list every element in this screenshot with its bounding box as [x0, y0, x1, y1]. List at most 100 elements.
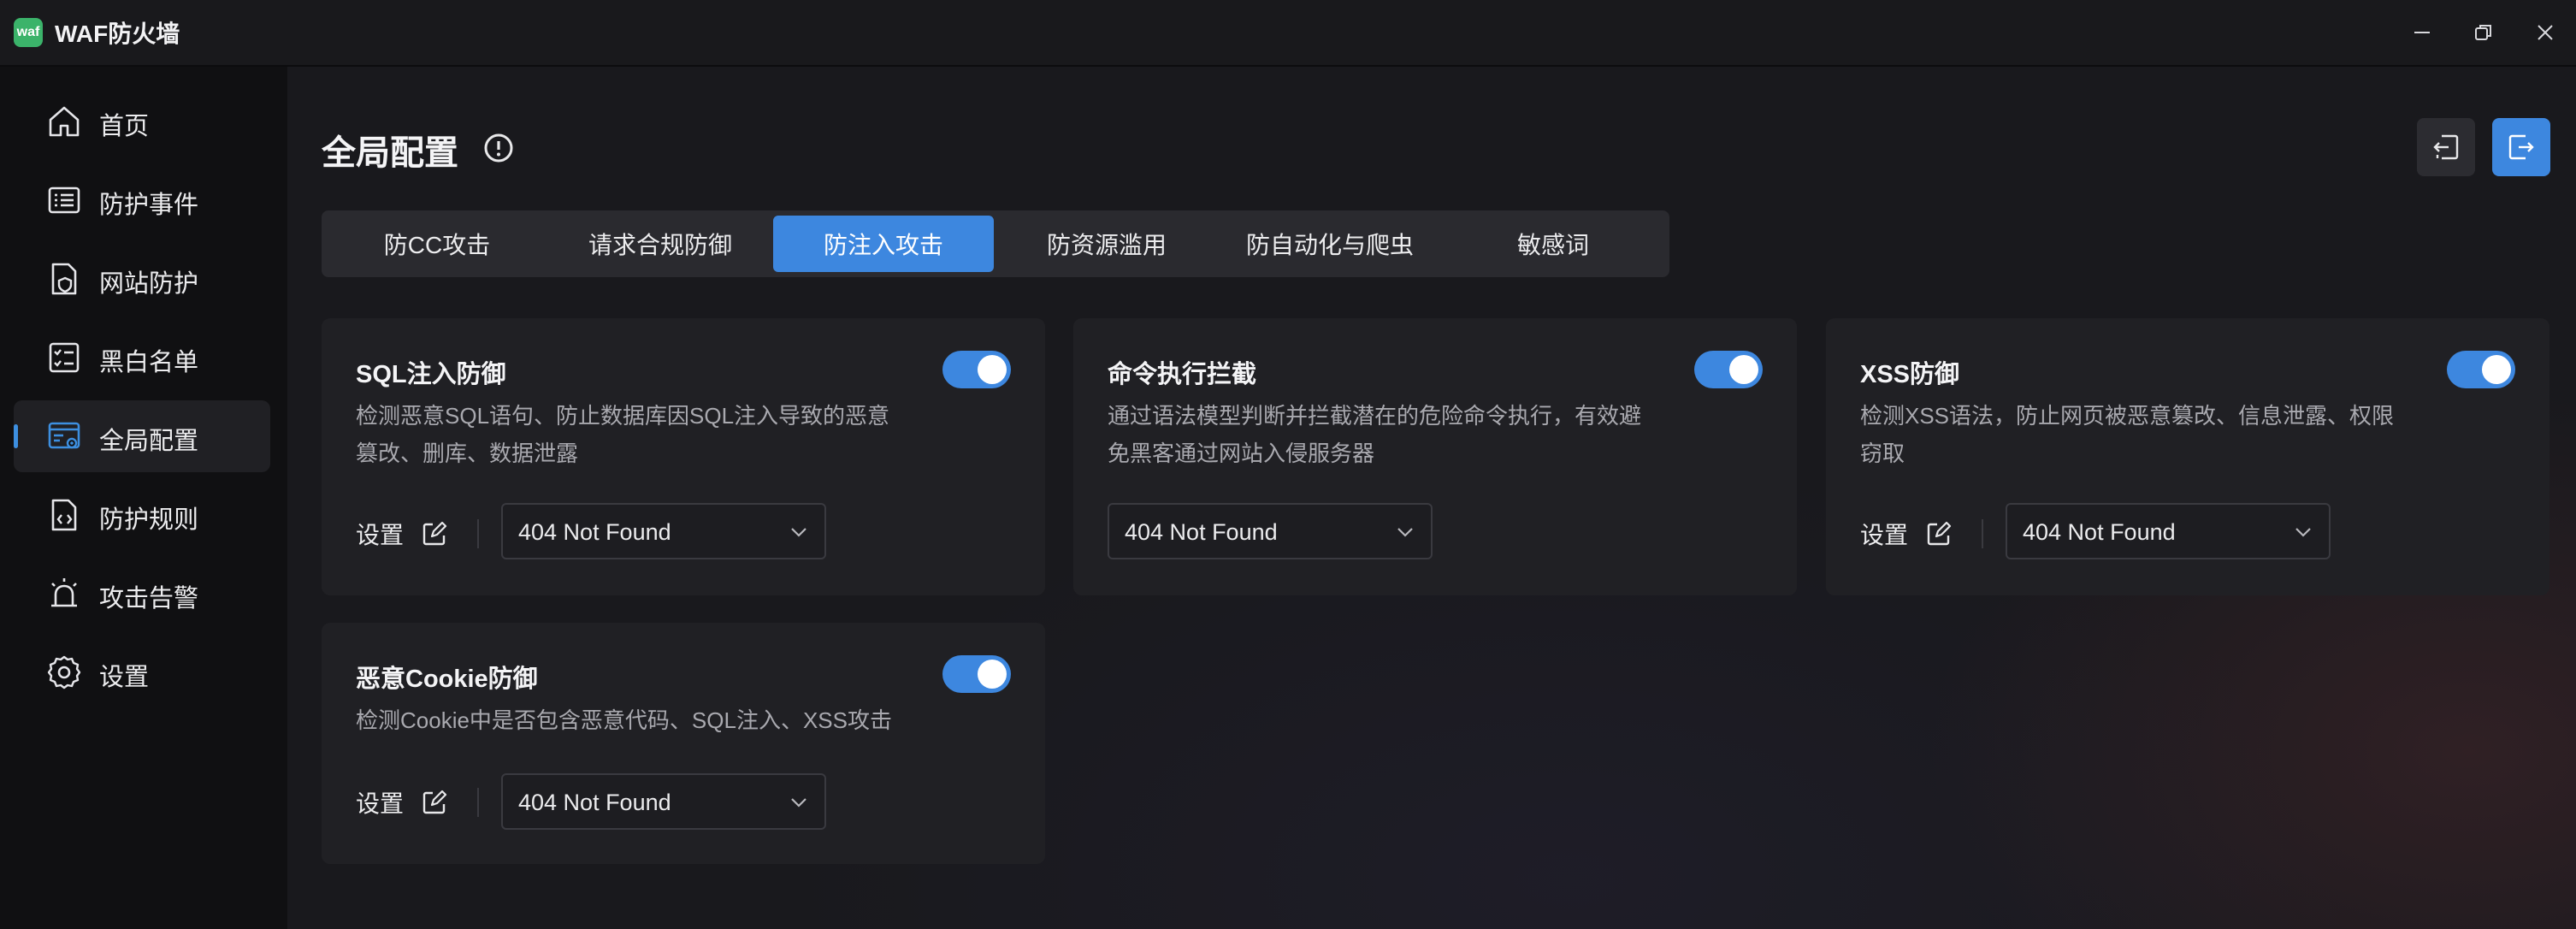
tab-request-compliance[interactable]: 请求合规防御	[550, 216, 771, 272]
malicious-cookie-toggle[interactable]	[942, 655, 1011, 693]
edit-icon	[422, 790, 447, 814]
settings-label: 设置	[356, 790, 405, 817]
alarm-icon	[51, 578, 77, 607]
main-content: 全局配置 防CC攻击 请求合规防御 防注入攻击 防资源滥用 防自动化与爬虫 敏感…	[287, 67, 2576, 929]
command-execution-toggle[interactable]	[1694, 351, 1763, 388]
card-title: SQL注入防御	[356, 361, 506, 388]
card-title: 命令执行拦截	[1108, 361, 1257, 388]
chevron-down-icon	[2295, 528, 2311, 537]
select-value: 404 Not Found	[518, 519, 671, 545]
response-page-select[interactable]: 404 Not Found	[501, 773, 826, 830]
response-page-select[interactable]: 404 Not Found	[2006, 503, 2331, 559]
card-description: 检测Cookie中是否包含恶意代码、SQL注入、XSS攻击	[356, 701, 920, 739]
sidebar-item-label: 首页	[99, 113, 150, 140]
tab-sensitive-words[interactable]: 敏感词	[1443, 216, 1663, 272]
settings-label: 设置	[356, 522, 405, 548]
close-button[interactable]	[2514, 0, 2576, 65]
app-logo-text: waf	[16, 25, 40, 39]
card-description: 检测恶意SQL语句、防止数据库因SQL注入导致的恶意 篡改、删库、数据泄露	[356, 397, 920, 472]
sidebar-item-site-protection[interactable]: 网站防护	[14, 243, 270, 315]
sidebar-item-home[interactable]: 首页	[14, 86, 270, 157]
response-page-select[interactable]: 404 Not Found	[501, 503, 826, 559]
export-button[interactable]	[2492, 118, 2550, 176]
sidebar-item-label: 黑白名单	[99, 349, 199, 376]
minimize-icon	[2414, 32, 2430, 33]
card-description-line: 检测恶意SQL语句、防止数据库因SQL注入导致的恶意	[356, 403, 890, 429]
config-tabs: 防CC攻击 请求合规防御 防注入攻击 防资源滥用 防自动化与爬虫 敏感词	[322, 210, 1669, 277]
restore-button[interactable]	[2453, 0, 2514, 65]
settings-link[interactable]: 设置	[1860, 517, 1984, 551]
toggle-knob	[978, 355, 1007, 384]
window-controls	[2391, 0, 2576, 65]
sidebar-item-global-config[interactable]: 全局配置	[14, 400, 270, 472]
card-description-line: 通过语法模型判断并拦截潜在的危险命令执行，有效避	[1108, 403, 1642, 429]
toggle-knob	[1729, 355, 1758, 384]
sidebar-item-settings[interactable]: 设置	[14, 636, 270, 708]
import-button[interactable]	[2417, 118, 2475, 176]
page-title: 全局配置	[322, 134, 458, 172]
card-description-line: 免黑客通过网站入侵服务器	[1108, 441, 1375, 466]
sidebar-item-events[interactable]: 防护事件	[14, 164, 270, 236]
card-description-line: 检测XSS语法，防止网页被恶意篡改、信息泄露、权限	[1860, 403, 2395, 429]
close-icon	[2538, 25, 2553, 40]
sidebar-item-label: 全局配置	[99, 428, 199, 455]
sidebar-item-label: 防护事件	[99, 192, 199, 219]
export-icon	[2508, 134, 2534, 160]
event-list-icon	[48, 186, 80, 214]
gear-icon	[47, 655, 81, 689]
card-description-line: 窃取	[1860, 441, 1905, 466]
card-title: XSS防御	[1860, 361, 1960, 388]
chevron-down-icon	[791, 528, 806, 537]
xss-defense-toggle[interactable]	[2447, 351, 2515, 388]
rule-file-icon	[51, 499, 77, 531]
card-sql-injection: SQL注入防御 检测恶意SQL语句、防止数据库因SQL注入导致的恶意 篡改、删库…	[322, 318, 1045, 595]
card-description-line: 检测Cookie中是否包含恶意代码、SQL注入、XSS攻击	[356, 707, 892, 733]
import-icon	[2433, 134, 2459, 160]
card-description-line: 篡改、删库、数据泄露	[356, 441, 579, 466]
sidebar-item-label: 设置	[99, 664, 150, 691]
toggle-knob	[2482, 355, 2511, 384]
sidebar-item-label: 网站防护	[99, 270, 199, 298]
sidebar-item-label: 防护规则	[99, 506, 199, 534]
edit-icon	[422, 521, 447, 546]
home-icon	[49, 106, 80, 137]
site-shield-icon	[51, 263, 77, 295]
settings-link[interactable]: 设置	[356, 517, 480, 551]
card-command-execution: 命令执行拦截 通过语法模型判断并拦截潜在的危险命令执行，有效避 免黑客通过网站入…	[1073, 318, 1797, 595]
checklist-icon	[49, 342, 80, 373]
sidebar-item-blacklist[interactable]: 黑白名单	[14, 322, 270, 393]
tab-resource-abuse[interactable]: 防资源滥用	[996, 216, 1217, 272]
card-xss-defense: XSS防御 检测XSS语法，防止网页被恶意篡改、信息泄露、权限 窃取 设置 40…	[1826, 318, 2549, 595]
title-bar: waf WAF防火墙	[0, 0, 2576, 67]
tab-automation-crawler[interactable]: 防自动化与爬虫	[1220, 216, 1440, 272]
edit-icon	[1927, 521, 1952, 546]
info-icon[interactable]	[482, 132, 515, 164]
divider	[477, 519, 480, 548]
minimize-button[interactable]	[2391, 0, 2453, 65]
card-description: 通过语法模型判断并拦截潜在的危险命令执行，有效避 免黑客通过网站入侵服务器	[1108, 397, 1672, 472]
divider	[477, 788, 480, 817]
global-config-icon	[48, 422, 80, 449]
sql-injection-toggle[interactable]	[942, 351, 1011, 388]
divider	[1982, 519, 1984, 548]
app-logo: waf	[14, 18, 43, 47]
sidebar-item-label: 攻击告警	[99, 585, 199, 612]
sidebar: 首页 防护事件 网站防护 黑白名单 全局配置 防护规则 攻击告警 设置	[0, 67, 287, 929]
select-value: 404 Not Found	[2023, 519, 2176, 545]
app-title: WAF防火墙	[55, 21, 180, 47]
card-title: 恶意Cookie防御	[356, 666, 538, 693]
settings-link[interactable]: 设置	[356, 785, 480, 820]
tab-injection-attack[interactable]: 防注入攻击	[773, 216, 994, 272]
sidebar-item-rules[interactable]: 防护规则	[14, 479, 270, 551]
settings-label: 设置	[1860, 522, 1909, 548]
response-page-select[interactable]: 404 Not Found	[1108, 503, 1433, 559]
card-malicious-cookie: 恶意Cookie防御 检测Cookie中是否包含恶意代码、SQL注入、XSS攻击…	[322, 623, 1045, 864]
restore-icon	[2475, 25, 2491, 40]
select-value: 404 Not Found	[518, 790, 671, 815]
tab-cc-attack[interactable]: 防CC攻击	[327, 216, 547, 272]
toggle-knob	[978, 660, 1007, 689]
select-value: 404 Not Found	[1125, 519, 1278, 545]
sidebar-item-alerts[interactable]: 攻击告警	[14, 558, 270, 630]
card-description: 检测XSS语法，防止网页被恶意篡改、信息泄露、权限 窃取	[1860, 397, 2425, 472]
chevron-down-icon	[1397, 528, 1413, 537]
